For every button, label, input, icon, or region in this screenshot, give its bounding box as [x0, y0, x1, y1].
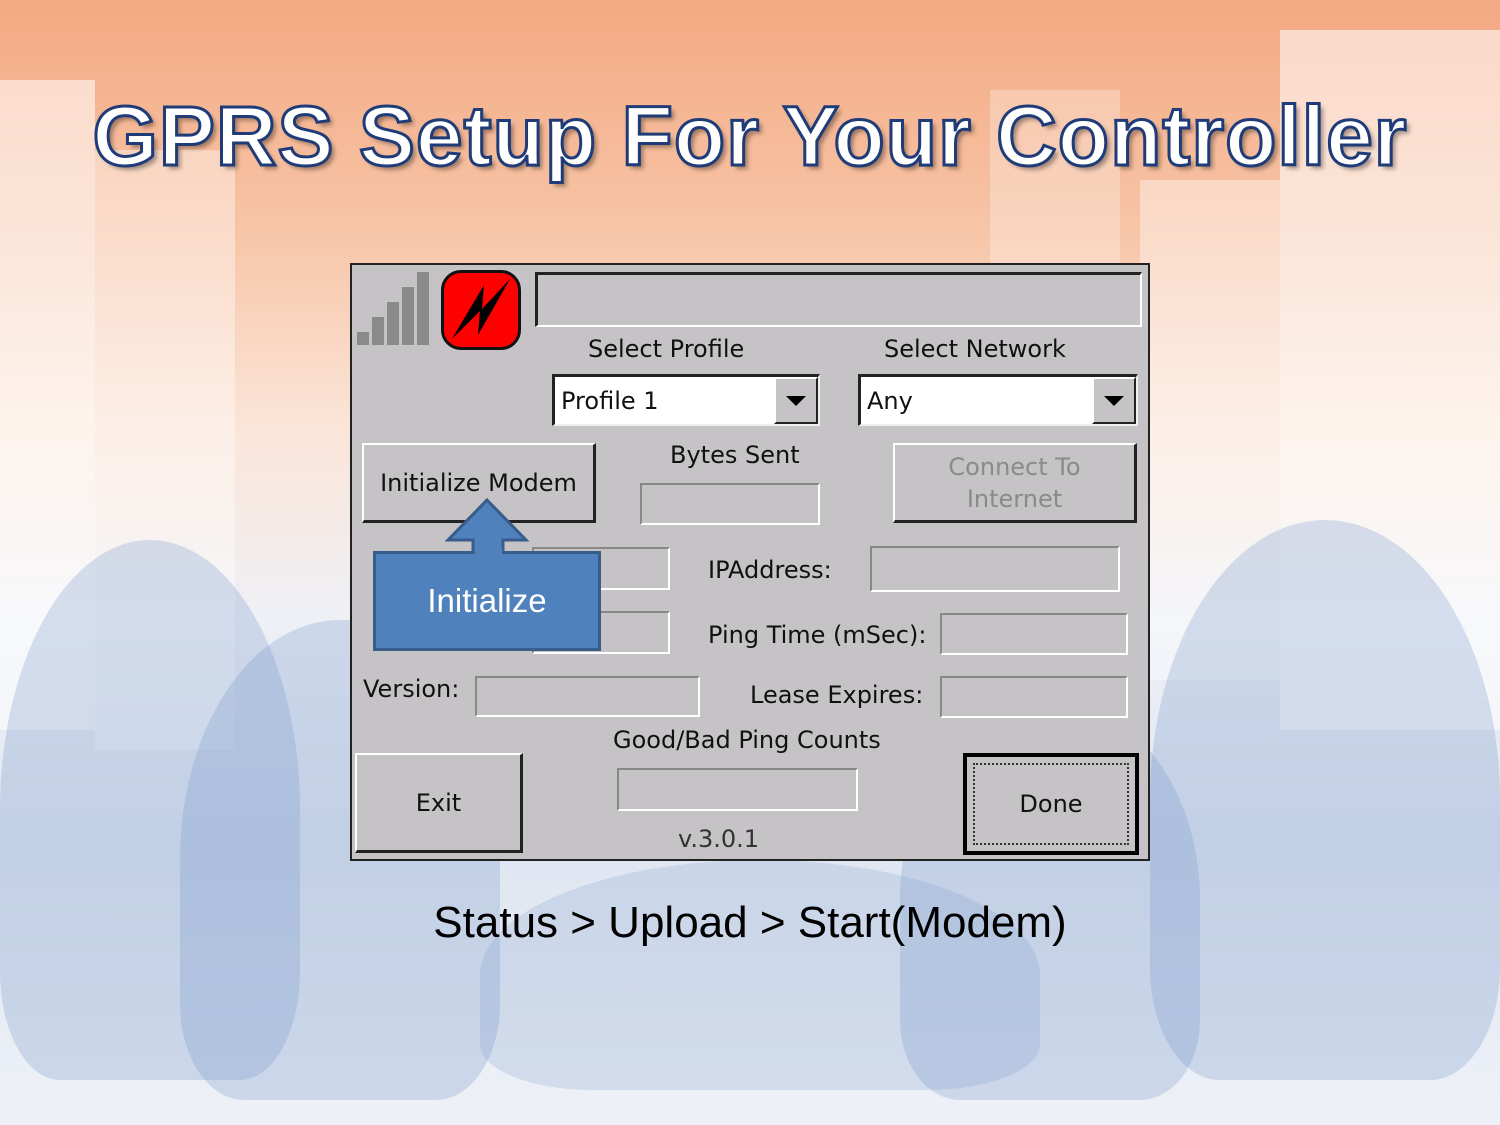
ping-counts-field: [617, 768, 858, 811]
slide-caption: Status > Upload > Start(Modem): [433, 898, 1067, 947]
profile-value: Profile 1: [561, 386, 659, 415]
version-text: v.3.0.1: [678, 825, 760, 853]
done-focus-rect: [973, 763, 1129, 845]
network-value: Any: [867, 386, 913, 415]
select-profile-label: Select Profile: [588, 335, 745, 363]
ip-address-label: IPAddress:: [708, 556, 832, 584]
done-button[interactable]: Done: [963, 753, 1139, 855]
version-field: [475, 676, 700, 717]
chevron-down-icon[interactable]: [774, 377, 818, 424]
ping-time-field: [940, 613, 1128, 655]
lease-expires-field: [940, 676, 1128, 718]
ping-counts-label: Good/Bad Ping Counts: [613, 726, 881, 754]
network-select[interactable]: Any: [858, 374, 1138, 426]
slide-title: GPRS Setup For Your Controller: [91, 88, 1408, 185]
callout-text: Initialize: [427, 582, 547, 619]
version-label: Version:: [363, 675, 460, 703]
callout-arrow-stem: [475, 548, 502, 558]
lease-expires-label: Lease Expires:: [750, 681, 924, 709]
disconnected-lightning-icon: [441, 270, 521, 350]
status-field: [535, 272, 1142, 327]
runner-silhouette: [1150, 520, 1500, 1080]
chevron-down-icon[interactable]: [1092, 377, 1136, 424]
ping-time-label: Ping Time (mSec):: [708, 621, 927, 649]
profile-select[interactable]: Profile 1: [552, 374, 820, 426]
initialize-callout: Initialize: [373, 551, 601, 651]
select-network-label: Select Network: [884, 335, 1066, 363]
runner-silhouette: [480, 860, 1040, 1090]
ip-address-field: [870, 546, 1120, 592]
signal-strength-icon: [357, 270, 432, 345]
exit-button[interactable]: Exit: [355, 753, 523, 853]
bytes-sent-label: Bytes Sent: [670, 441, 800, 469]
connect-to-internet-button[interactable]: Connect To Internet: [893, 443, 1137, 523]
bytes-sent-field: [640, 483, 820, 525]
